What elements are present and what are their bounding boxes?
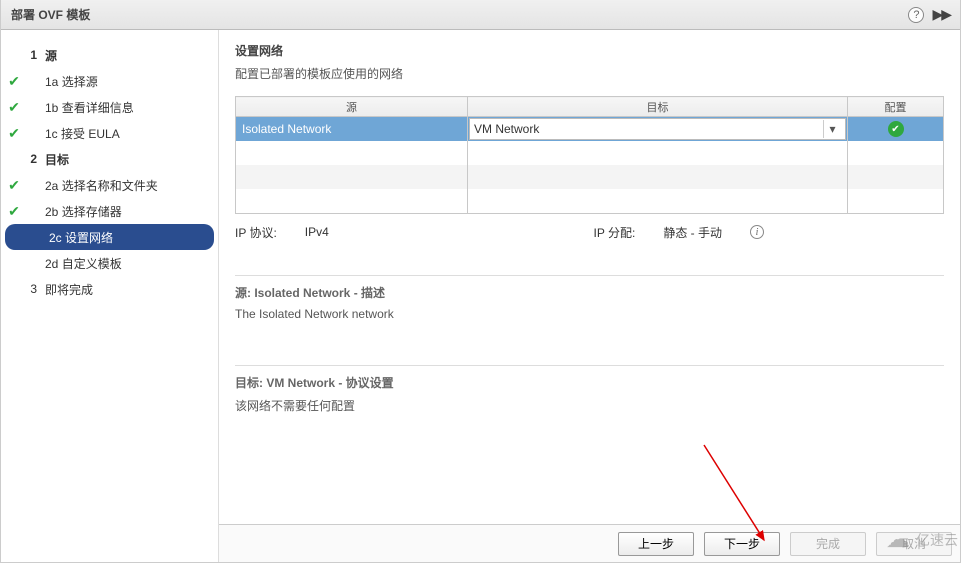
table-row[interactable]: Isolated Network VM Network ▾ ✔ xyxy=(236,117,944,142)
step-2b-select-storage[interactable]: ✔ 2b 选择存储器 xyxy=(1,198,218,224)
check-icon: ✔ xyxy=(5,98,23,116)
check-icon: ✔ xyxy=(5,176,23,194)
step-1b-review-details[interactable]: ✔ 1b 查看详细信息 xyxy=(1,94,218,120)
next-button[interactable]: 下一步 xyxy=(704,532,780,556)
wizard-steps-sidebar: 1 源 ✔ 1a 选择源 ✔ 1b 查看详细信息 ✔ 1c 接受 EULA 2 … xyxy=(1,30,219,562)
network-mapping-table: 源 目标 配置 Isolated Network VM Network ▾ ✔ xyxy=(235,96,944,214)
divider xyxy=(235,275,944,276)
cell-source: Isolated Network xyxy=(236,117,468,142)
config-ok-icon: ✔ xyxy=(888,121,904,137)
col-source-header[interactable]: 源 xyxy=(236,97,468,117)
info-icon[interactable]: i xyxy=(750,225,764,239)
page-subtitle: 配置已部署的模板应使用的网络 xyxy=(235,65,944,82)
step-2c-setup-network[interactable]: ✔ 2c 设置网络 xyxy=(5,224,214,250)
dest-proto-body: 该网络不需要任何配置 xyxy=(235,397,944,414)
window-title: 部署 OVF 模板 xyxy=(11,6,90,23)
check-icon: ✔ xyxy=(5,72,23,90)
col-config-header[interactable]: 配置 xyxy=(848,97,944,117)
step-1c-accept-eula[interactable]: ✔ 1c 接受 EULA xyxy=(1,120,218,146)
table-row xyxy=(236,141,944,165)
step-2d-customize-template[interactable]: 2d 自定义模板 xyxy=(1,250,218,276)
dest-proto-title: 目标: VM Network - 协议设置 xyxy=(235,374,944,391)
help-icon[interactable]: ? xyxy=(908,7,924,23)
step-3-ready[interactable]: 3 即将完成 xyxy=(1,276,218,302)
back-button[interactable]: 上一步 xyxy=(618,532,694,556)
ip-allocation-label: IP 分配: xyxy=(594,224,636,241)
check-icon: ✔ xyxy=(5,202,23,220)
ip-protocol-label: IP 协议: xyxy=(235,224,277,241)
ip-protocol-value: IPv4 xyxy=(305,225,329,239)
expand-icon[interactable]: ▶▶ xyxy=(932,6,950,23)
content-pane: 设置网络 配置已部署的模板应使用的网络 源 目标 配置 Isolated Net… xyxy=(219,30,960,562)
table-row xyxy=(236,189,944,213)
chevron-down-icon: ▾ xyxy=(823,120,841,138)
placeholder-icon xyxy=(5,254,23,272)
placeholder-icon xyxy=(5,46,23,64)
step-1a-select-source[interactable]: ✔ 1a 选择源 xyxy=(1,68,218,94)
cell-config: ✔ xyxy=(848,117,944,142)
placeholder-icon xyxy=(5,150,23,168)
check-icon: ✔ xyxy=(5,124,23,142)
step-2-destination[interactable]: 2 目标 xyxy=(1,146,218,172)
col-dest-header[interactable]: 目标 xyxy=(468,97,848,117)
step-1-source[interactable]: 1 源 xyxy=(1,42,218,68)
finish-button: 完成 xyxy=(790,532,866,556)
source-desc-body: The Isolated Network network xyxy=(235,307,944,321)
step-2a-select-name[interactable]: ✔ 2a 选择名称和文件夹 xyxy=(1,172,218,198)
source-desc-title: 源: Isolated Network - 描述 xyxy=(235,284,944,301)
cancel-button: 取消 xyxy=(876,532,952,556)
table-row xyxy=(236,165,944,189)
ip-settings-row: IP 协议: IPv4 IP 分配: 静态 - 手动 i xyxy=(235,224,944,241)
divider xyxy=(235,365,944,366)
page-heading: 设置网络 xyxy=(235,42,944,59)
destination-network-select[interactable]: VM Network ▾ xyxy=(469,118,846,140)
placeholder-icon xyxy=(5,280,23,298)
wizard-footer: 上一步 下一步 完成 取消 xyxy=(219,524,960,562)
window-titlebar: 部署 OVF 模板 ? ▶▶ xyxy=(1,0,960,30)
ip-allocation-value: 静态 - 手动 xyxy=(663,224,722,241)
